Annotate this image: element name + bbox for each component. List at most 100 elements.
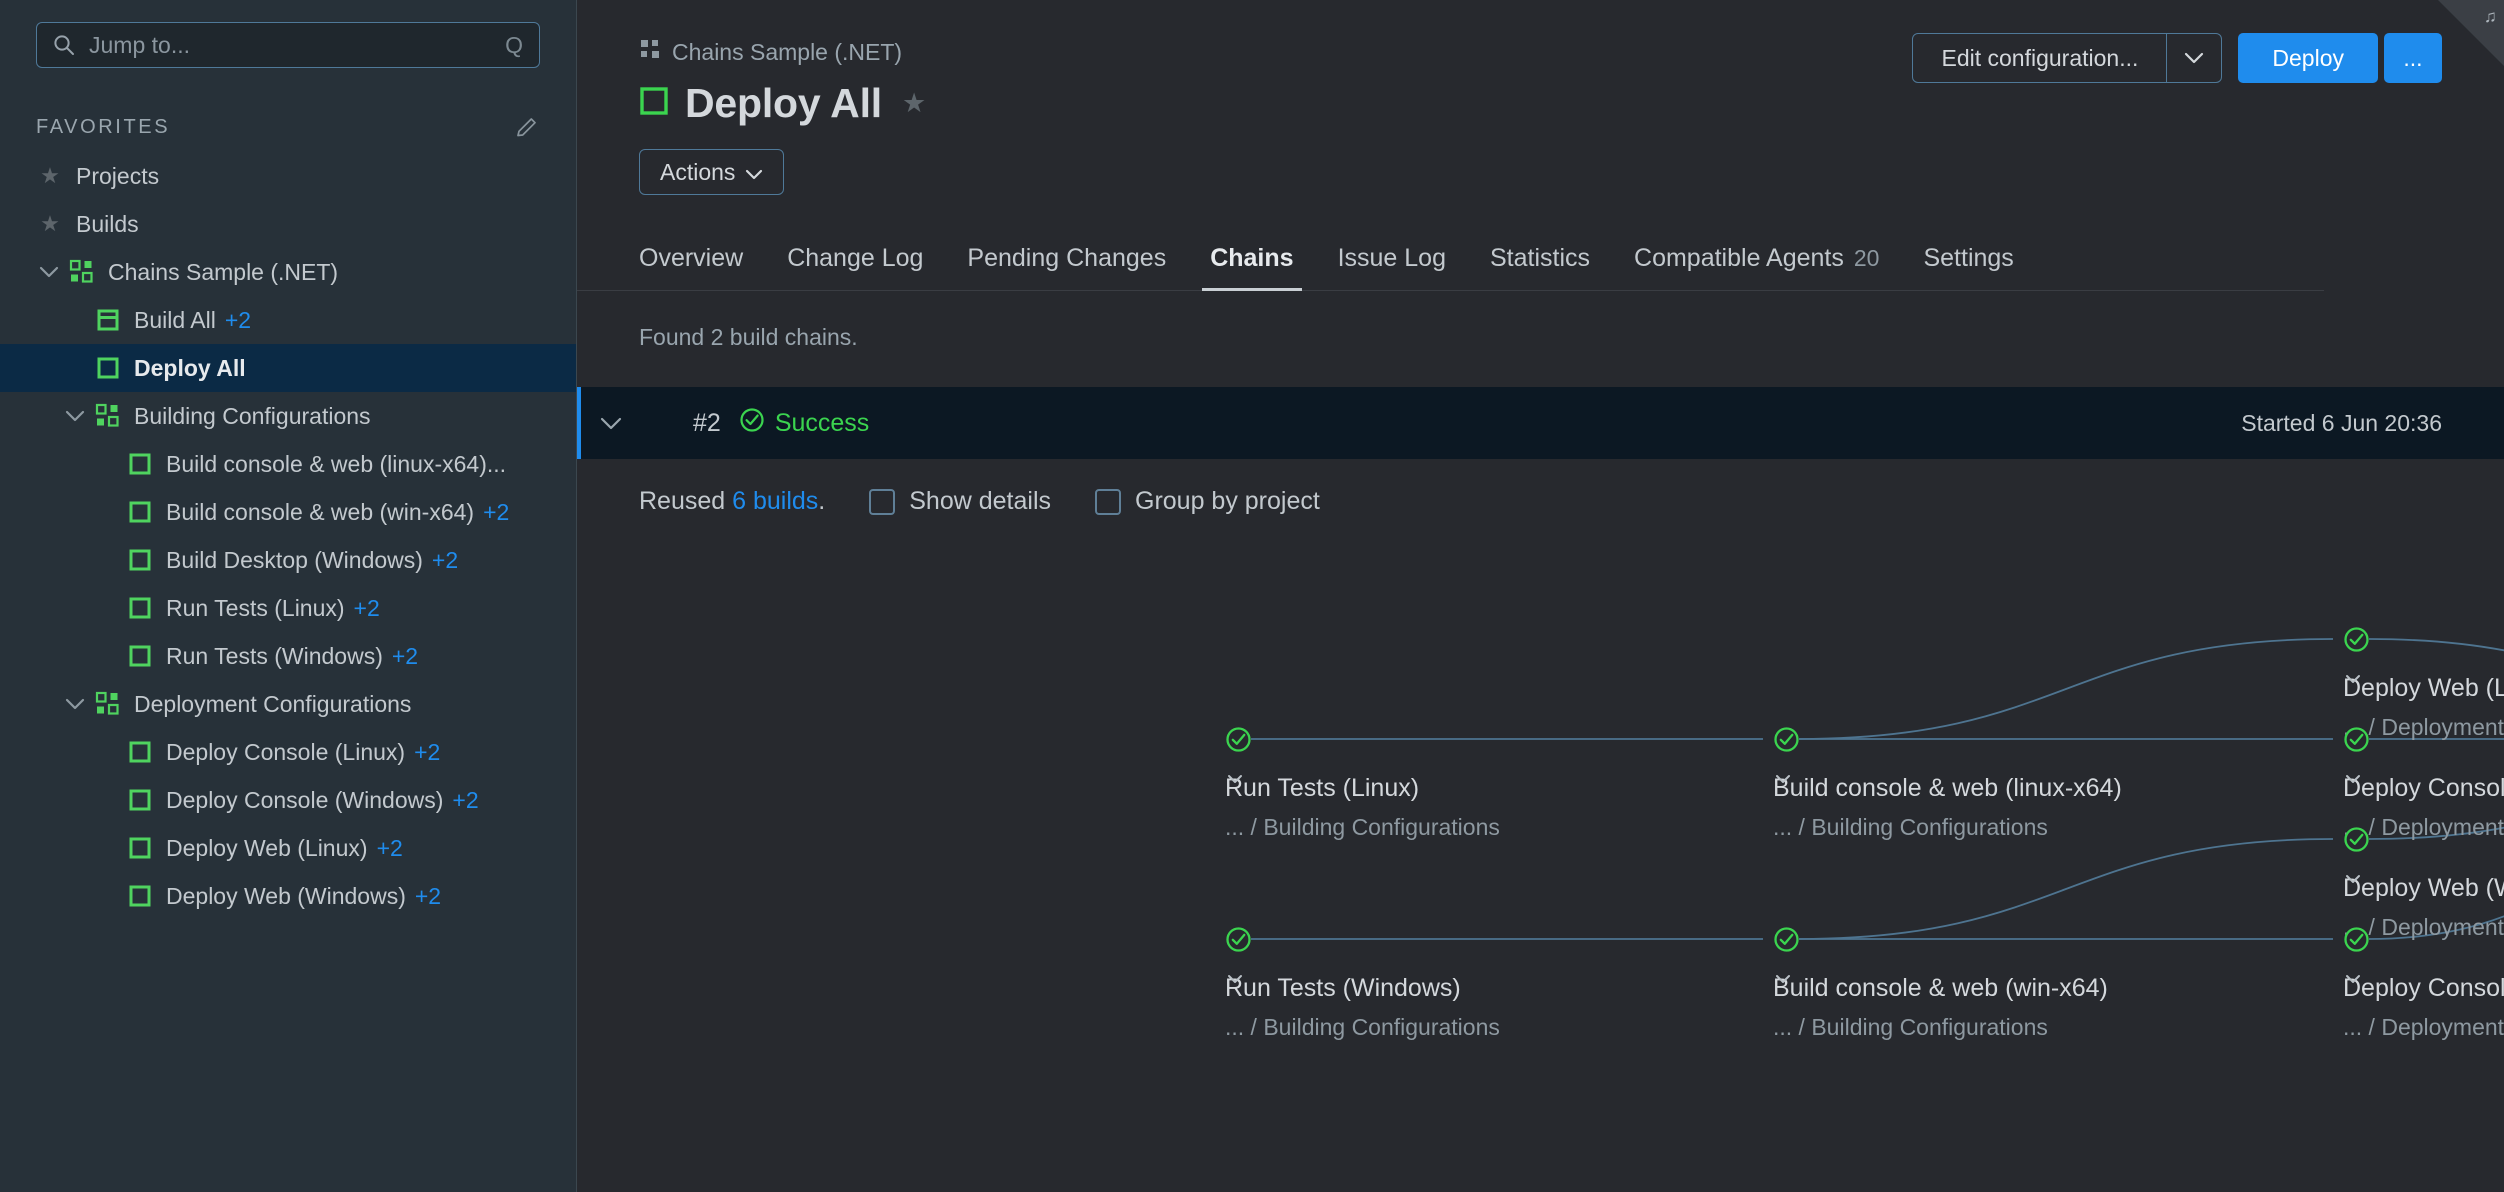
tab-issue-log[interactable]: Issue Log xyxy=(1316,244,1468,290)
sidebar-item-builds[interactable]: ★Builds xyxy=(0,200,576,248)
tree-expand-chevron-icon[interactable] xyxy=(36,266,62,278)
graph-node-title[interactable]: Deploy Web (Linux) xyxy=(2343,674,2504,703)
show-details-label: Show details xyxy=(909,487,1051,516)
build-icon xyxy=(126,836,154,860)
main-content: ♫ Edit configuration... Deploy ... xyxy=(577,0,2504,1192)
sidebar-item-label: Build console & web (win-x64) xyxy=(166,499,474,526)
tab-statistics[interactable]: Statistics xyxy=(1468,244,1612,290)
sidebar: Q FAVORITES ★Projects★BuildsChains Sampl… xyxy=(0,0,577,1192)
sidebar-item-run-tests-windows[interactable]: Run Tests (Windows)+2 xyxy=(0,632,576,680)
sidebar-item-run-tests-linux[interactable]: Run Tests (Linux) +2 xyxy=(0,584,576,632)
sidebar-item-build-desktop-windows[interactable]: Build Desktop (Windows) +2 xyxy=(0,536,576,584)
sidebar-item-label: Run Tests (Linux) xyxy=(166,595,345,622)
graph-node-project[interactable]: ... / Deployment Configurations xyxy=(2343,1014,2504,1041)
build-icon xyxy=(126,644,154,668)
sidebar-item-building-configurations[interactable]: Building Configurations xyxy=(0,392,576,440)
tree-expand-chevron-icon[interactable] xyxy=(62,410,88,422)
deploy-more-button[interactable]: ... xyxy=(2384,33,2442,83)
build-icon xyxy=(639,86,669,121)
deploy-button[interactable]: Deploy xyxy=(2238,33,2378,83)
sidebar-item-label: Build All xyxy=(134,307,216,334)
edit-configuration-button[interactable]: Edit configuration... xyxy=(1913,34,2166,82)
tab-compatible-agents[interactable]: Compatible Agents20 xyxy=(1612,244,1901,290)
sidebar-item-chains-sample-net[interactable]: Chains Sample (.NET) xyxy=(0,248,576,296)
reused-builds-link[interactable]: 6 builds xyxy=(732,487,818,516)
sidebar-item-badge[interactable]: +2 xyxy=(354,595,380,622)
sidebar-item-build-console-web-linux-x64[interactable]: Build console & web (linux-x64)... xyxy=(0,440,576,488)
build-icon xyxy=(126,548,154,572)
sidebar-item-badge[interactable]: +2 xyxy=(432,547,458,574)
build-icon xyxy=(94,356,122,380)
sidebar-item-badge[interactable]: +2 xyxy=(483,499,509,526)
edit-favorites-pencil-icon[interactable] xyxy=(514,114,540,140)
sidebar-item-deployment-configurations[interactable]: Deployment Configurations xyxy=(0,680,576,728)
chain-build-number: #2 xyxy=(693,409,721,438)
sidebar-item-badge[interactable]: +2 xyxy=(415,883,441,910)
tab-label: Pending Changes xyxy=(967,244,1166,273)
sidebar-item-deploy-all[interactable]: Deploy All xyxy=(0,344,576,392)
page-title: Deploy All xyxy=(685,80,882,127)
sidebar-item-label: Deployment Configurations xyxy=(134,691,411,718)
group-by-project-checkbox[interactable] xyxy=(1095,489,1121,515)
reused-prefix: Reused xyxy=(639,487,725,516)
graph-node-label: Deploy Web (Windows) xyxy=(2343,874,2504,903)
tab-settings[interactable]: Settings xyxy=(1901,244,2035,290)
sidebar-item-badge[interactable]: +2 xyxy=(392,643,418,670)
show-details-checkbox[interactable] xyxy=(869,489,895,515)
sidebar-item-deploy-console-linux[interactable]: Deploy Console (Linux) +2 xyxy=(0,728,576,776)
favorite-star-icon[interactable]: ★ xyxy=(902,88,926,119)
graph-node-label: Run Tests (Windows) xyxy=(1225,974,1461,1003)
tab-chains[interactable]: Chains xyxy=(1188,244,1315,290)
sidebar-item-projects[interactable]: ★Projects xyxy=(0,152,576,200)
graph-edge xyxy=(1799,639,2333,739)
graph-node-title[interactable]: Deploy Web (Windows) xyxy=(2343,874,2504,903)
chain-header-bar[interactable]: #2 Success Started 6 Jun 20:36 xyxy=(577,387,2504,459)
chain-collapse-chevron-icon[interactable] xyxy=(581,417,641,430)
graph-node-title[interactable]: Build console & web (win-x64) xyxy=(1773,974,2116,1003)
sidebar-item-badge[interactable]: +2 xyxy=(452,787,478,814)
graph-node-title[interactable]: Deploy Console (Linux) xyxy=(2343,774,2504,803)
project-icon xyxy=(94,403,122,429)
sidebar-item-deploy-console-windows[interactable]: Deploy Console (Windows)+2 xyxy=(0,776,576,824)
search-input[interactable] xyxy=(89,32,491,59)
sidebar-item-label: Deploy Web (Windows) xyxy=(166,883,406,910)
tab-pending-changes[interactable]: Pending Changes xyxy=(945,244,1188,290)
graph-node-title[interactable]: Build console & web (linux-x64) xyxy=(1773,774,2130,803)
sidebar-item-build-all[interactable]: Build All +2 xyxy=(0,296,576,344)
sidebar-item-deploy-web-windows[interactable]: Deploy Web (Windows) +2 xyxy=(0,872,576,920)
sidebar-item-badge[interactable]: +2 xyxy=(225,307,251,334)
graph-node-title[interactable]: Run Tests (Windows) xyxy=(1225,974,1469,1003)
sidebar-item-badge[interactable]: +2 xyxy=(377,835,403,862)
graph-node-title[interactable]: Deploy Console (Windows) xyxy=(2343,974,2504,1003)
show-details-checkbox-item[interactable]: Show details xyxy=(869,487,1051,516)
sidebar-item-build-console-web-win-x64[interactable]: Build console & web (win-x64) +2 xyxy=(0,488,576,536)
tab-label: Compatible Agents xyxy=(1634,244,1844,273)
group-by-project-checkbox-item[interactable]: Group by project xyxy=(1095,487,1320,516)
edit-configuration-chevron-down-icon[interactable] xyxy=(2167,34,2221,82)
tree-expand-chevron-icon[interactable] xyxy=(62,698,88,710)
sidebar-item-label: Deploy Console (Linux) xyxy=(166,739,405,766)
actions-button[interactable]: Actions xyxy=(639,149,784,195)
sidebar-item-deploy-web-linux[interactable]: Deploy Web (Linux)+2 xyxy=(0,824,576,872)
build-chain-graph: Run Tests (Linux) ... / Building Configur… xyxy=(577,530,2504,1130)
breadcrumb-label[interactable]: Chains Sample (.NET) xyxy=(672,39,902,66)
search-box[interactable]: Q xyxy=(36,22,540,68)
graph-node-project[interactable]: ... / Building Configurations xyxy=(1773,814,2048,841)
search-icon xyxy=(53,34,75,56)
tab-label: Issue Log xyxy=(1338,244,1446,273)
star-icon: ★ xyxy=(36,211,64,237)
graph-node-label: Deploy Console (Linux) xyxy=(2343,774,2504,803)
actions-row: Actions xyxy=(577,149,2504,195)
sidebar-item-badge[interactable]: +2 xyxy=(414,739,440,766)
graph-node-title[interactable]: Run Tests (Linux) xyxy=(1225,774,1427,803)
sidebar-item-label: Projects xyxy=(76,163,159,190)
graph-node-project[interactable]: ... / Building Configurations xyxy=(1225,1014,1500,1041)
graph-node-project[interactable]: ... / Building Configurations xyxy=(1773,1014,2048,1041)
graph-node-project[interactable]: ... / Building Configurations xyxy=(1225,814,1500,841)
build-icon xyxy=(126,740,154,764)
search-container: Q xyxy=(0,22,576,68)
sidebar-item-label: Build Desktop (Windows) xyxy=(166,547,423,574)
header-actions: Edit configuration... Deploy ... xyxy=(1912,33,2442,83)
tab-change-log[interactable]: Change Log xyxy=(765,244,945,290)
tab-overview[interactable]: Overview xyxy=(639,244,765,290)
